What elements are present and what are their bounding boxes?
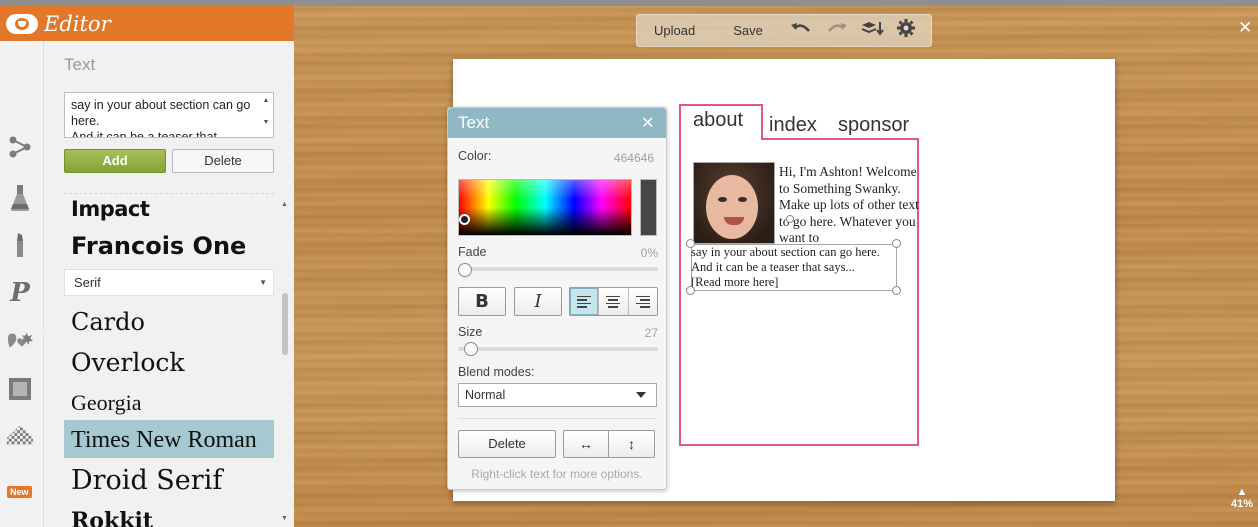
text-input-value: say in your about section can go here. A… bbox=[71, 98, 251, 138]
align-left-icon bbox=[577, 295, 592, 308]
tab-sponsor[interactable]: sponsor bbox=[838, 114, 909, 137]
font-item-times-new-roman[interactable]: Times New Roman bbox=[64, 420, 274, 458]
save-button[interactable]: Save bbox=[733, 23, 763, 38]
about-text-bottom[interactable]: say in your about section can go here. A… bbox=[691, 245, 906, 290]
blend-modes-label: Blend modes: bbox=[458, 365, 535, 379]
upload-button[interactable]: Upload bbox=[654, 23, 695, 38]
color-swatch[interactable] bbox=[640, 179, 657, 236]
scroll-thumb[interactable] bbox=[282, 293, 288, 355]
blend-mode-value: Normal bbox=[465, 388, 506, 402]
resize-handle[interactable] bbox=[686, 286, 695, 295]
fade-slider[interactable] bbox=[458, 267, 658, 271]
text-properties-dialog: Text ✕ Color: 464646 Fade 0% B I Size 27… bbox=[447, 107, 667, 490]
font-list-scrollbar[interactable]: ▲ ▼ bbox=[280, 201, 290, 527]
tool-rail: P New bbox=[0, 41, 45, 527]
tab-about[interactable]: about bbox=[693, 109, 743, 132]
align-left-button[interactable] bbox=[570, 288, 600, 315]
profile-photo[interactable] bbox=[693, 162, 775, 244]
color-label: Color: bbox=[458, 149, 492, 163]
layers-icon[interactable] bbox=[861, 20, 885, 41]
about-text-top[interactable]: Hi, I'm Ashton! Welcome to Something Swa… bbox=[779, 164, 921, 247]
zoom-level: 41% bbox=[1230, 498, 1254, 510]
redo-icon[interactable] bbox=[827, 21, 847, 41]
text-panel: Text say in your about section can go he… bbox=[44, 41, 294, 527]
resize-handle[interactable] bbox=[892, 239, 901, 248]
fade-value: 0% bbox=[640, 246, 658, 260]
undo-icon[interactable] bbox=[790, 21, 811, 41]
size-label: Size bbox=[458, 325, 483, 339]
fade-slider-knob[interactable] bbox=[458, 263, 472, 277]
color-picker-cursor[interactable] bbox=[459, 214, 470, 225]
flip-horizontal-icon: ↔ bbox=[579, 436, 593, 452]
size-value: 27 bbox=[644, 326, 658, 340]
align-center-icon bbox=[606, 295, 621, 308]
scroll-up-icon[interactable]: ▲ bbox=[281, 201, 288, 208]
fade-label: Fade bbox=[458, 245, 487, 259]
italic-button[interactable]: I bbox=[514, 287, 562, 316]
size-slider[interactable] bbox=[458, 347, 658, 351]
bold-button[interactable]: B bbox=[458, 287, 506, 316]
zoom-up-icon[interactable]: ▲ bbox=[1226, 486, 1258, 498]
top-toolbar: Upload Save bbox=[636, 14, 932, 47]
text-icon[interactable]: P bbox=[6, 278, 34, 308]
font-category-select[interactable]: Serif ▼ bbox=[64, 269, 274, 296]
flip-vertical-icon: ↕ bbox=[628, 436, 635, 452]
align-right-button[interactable] bbox=[629, 288, 657, 315]
align-right-icon bbox=[635, 295, 650, 308]
alignment-group bbox=[569, 287, 658, 316]
panel-divider bbox=[64, 193, 274, 194]
right-click-hint: Right-click text for more options. bbox=[471, 467, 643, 481]
font-item-francois-one[interactable]: Francois One bbox=[64, 228, 274, 264]
font-item-overlock[interactable]: Overlock bbox=[64, 344, 274, 382]
frames-icon[interactable] bbox=[6, 375, 34, 403]
rotate-handle[interactable] bbox=[786, 215, 794, 223]
dialog-header[interactable]: Text ✕ bbox=[448, 108, 666, 138]
resize-handle[interactable] bbox=[686, 239, 695, 248]
chevron-down-icon bbox=[636, 392, 646, 398]
add-text-button[interactable]: Add bbox=[64, 149, 166, 173]
delete-text-button[interactable]: Delete bbox=[172, 149, 274, 173]
flip-vertical-button[interactable]: ↕ bbox=[609, 430, 655, 458]
text-input[interactable]: say in your about section can go here. A… bbox=[64, 92, 274, 138]
font-item-georgia[interactable]: Georgia bbox=[64, 385, 274, 421]
dialog-divider bbox=[458, 418, 657, 419]
size-slider-knob[interactable] bbox=[464, 342, 478, 356]
editor-header: Editor bbox=[0, 6, 294, 41]
scroll-down-icon[interactable]: ▼ bbox=[281, 515, 288, 522]
new-badge: New bbox=[7, 486, 32, 498]
font-item-cardo[interactable]: Cardo bbox=[64, 303, 274, 341]
picmonkey-logo-icon bbox=[6, 12, 40, 36]
dialog-title: Text bbox=[458, 113, 490, 132]
cosmetic-icon[interactable] bbox=[6, 231, 34, 259]
align-center-button[interactable] bbox=[599, 288, 629, 315]
flip-horizontal-button[interactable]: ↔ bbox=[563, 430, 609, 458]
textarea-scrollbar[interactable]: ▲ ▼ bbox=[261, 95, 271, 135]
app-title: Editor bbox=[44, 11, 111, 36]
textures-icon[interactable] bbox=[6, 421, 34, 449]
resize-handle[interactable] bbox=[892, 286, 901, 295]
color-spectrum-picker[interactable] bbox=[458, 179, 632, 236]
settings-icon[interactable] bbox=[896, 19, 915, 42]
font-category-value: Serif bbox=[74, 275, 101, 290]
color-hex-value[interactable]: 464646 bbox=[598, 151, 654, 165]
close-icon[interactable]: ✕ bbox=[641, 113, 654, 133]
overlays-icon[interactable] bbox=[6, 329, 34, 357]
chevron-down-icon: ▼ bbox=[259, 278, 267, 287]
delete-layer-button[interactable]: Delete bbox=[458, 430, 556, 458]
touchup-icon[interactable] bbox=[6, 184, 34, 212]
panel-title: Text bbox=[64, 55, 96, 74]
effects-icon[interactable] bbox=[6, 133, 34, 161]
font-list: Impact Francois One Serif ▼ Cardo Overlo… bbox=[64, 196, 274, 527]
font-item-impact[interactable]: Impact bbox=[64, 196, 274, 224]
zoom-control[interactable]: ▲ 41% bbox=[1226, 486, 1258, 510]
font-item-droid-serif[interactable]: Droid Serif bbox=[64, 462, 274, 500]
blend-mode-select[interactable]: Normal bbox=[458, 383, 657, 407]
tab-index[interactable]: index bbox=[769, 114, 817, 137]
close-editor-icon[interactable]: ✕ bbox=[1238, 18, 1252, 38]
font-item-rokkit[interactable]: Rokkit bbox=[64, 502, 274, 527]
